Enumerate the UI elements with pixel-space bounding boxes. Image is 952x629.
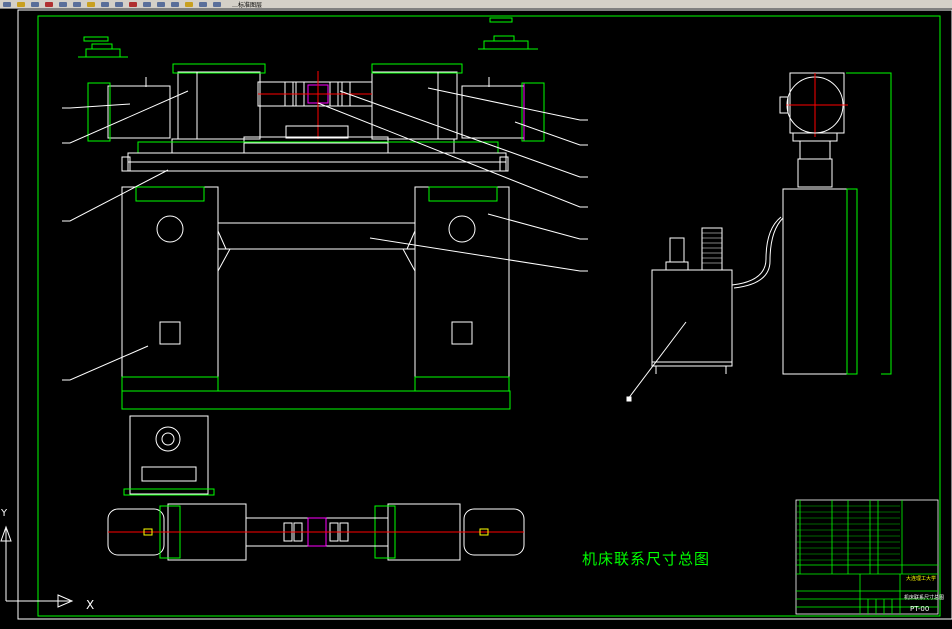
- new-file-icon[interactable]: [3, 1, 11, 7]
- end-view: [123, 415, 215, 496]
- front-view: [78, 17, 545, 410]
- open-folder-icon[interactable]: [17, 1, 25, 7]
- ucs-x-label: X: [86, 598, 95, 612]
- drawing-canvas[interactable]: [0, 9, 952, 629]
- layer-dropdown[interactable]: …标准图层: [232, 0, 262, 9]
- drawing-frame-outer: [17, 9, 952, 620]
- redo-icon[interactable]: [115, 1, 123, 7]
- title-block-company: 大连理工大学: [906, 576, 937, 582]
- undo-icon[interactable]: [101, 1, 109, 7]
- paste-icon[interactable]: [87, 1, 95, 7]
- top-view: [107, 503, 525, 561]
- drawing-frame-inner: [37, 15, 941, 617]
- drawing-title: 机床联系尺寸总图: [582, 550, 711, 568]
- ucs-y-label: Y: [1, 508, 8, 519]
- help-icon[interactable]: [213, 1, 221, 7]
- cad-toolbar: …标准图层: [0, 0, 952, 9]
- match-properties-icon[interactable]: [199, 1, 207, 7]
- title-block-drawing-number: PT-00: [910, 605, 930, 613]
- copy-icon[interactable]: [73, 1, 81, 7]
- zoom-window-icon[interactable]: [157, 1, 165, 7]
- zoom-icon[interactable]: [143, 1, 151, 7]
- layer-icon[interactable]: [185, 1, 193, 7]
- print-icon[interactable]: [45, 1, 53, 7]
- properties-icon[interactable]: [171, 1, 179, 7]
- save-icon[interactable]: [31, 1, 39, 7]
- ucs-icon: [0, 525, 74, 608]
- cut-icon[interactable]: [59, 1, 67, 7]
- title-block-drawing-name: 机床联系尺寸总图: [904, 595, 945, 601]
- side-view: [626, 72, 892, 402]
- pan-icon[interactable]: [129, 1, 137, 7]
